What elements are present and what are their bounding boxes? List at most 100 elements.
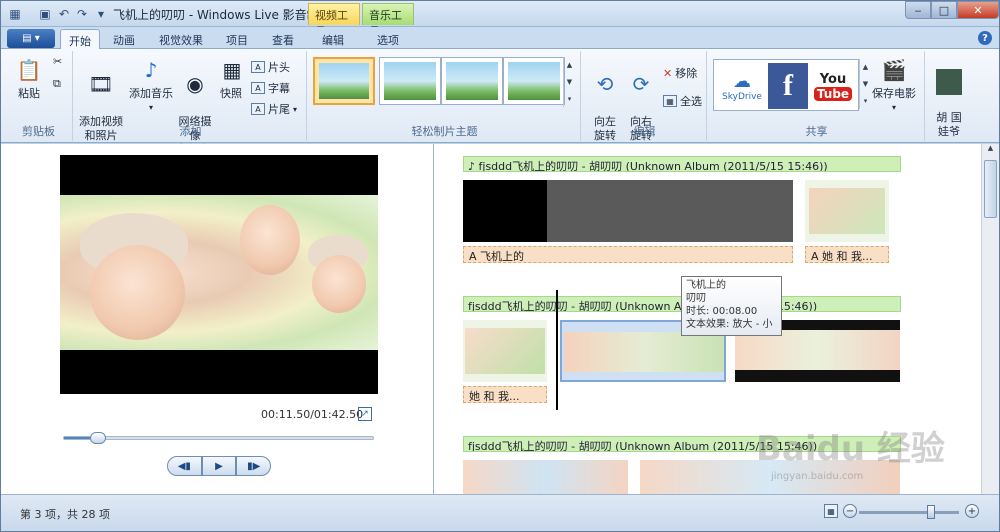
tab-home[interactable]: 开始: [60, 29, 100, 50]
chevron-up-icon[interactable]: ▲: [982, 144, 999, 152]
credits-button[interactable]: A 片尾 ▾: [251, 101, 297, 117]
tab-animations[interactable]: 动画: [105, 29, 143, 49]
window-title: 飞机上的叨叨 - Windows Live 影音制作: [113, 8, 331, 22]
save-icon[interactable]: ▣: [37, 6, 53, 22]
caption-bar[interactable]: A 她 和 我...: [805, 246, 889, 263]
youtube-button[interactable]: You Tube: [812, 63, 854, 109]
cut-button[interactable]: ✂: [53, 55, 62, 68]
dropdown-arrow-icon: ▾: [293, 104, 298, 114]
tab-edit[interactable]: 编辑: [314, 29, 352, 49]
add-music-button[interactable]: ♪ 添加音乐 ▾: [127, 55, 175, 115]
save-movie-label: 保存电影: [872, 87, 916, 100]
seek-thumb[interactable]: [89, 432, 106, 444]
tooltip-duration: 时长: 00:08.00: [686, 306, 758, 317]
title-clip[interactable]: [463, 180, 793, 242]
photo-clip[interactable]: [463, 320, 547, 382]
video-tools-context-tab[interactable]: 视频工具: [308, 3, 360, 38]
help-icon[interactable]: ?: [978, 31, 992, 45]
rotate-left-icon: ⟲: [596, 72, 614, 96]
previous-icon: ◀▮: [177, 460, 191, 472]
theme-preview-image: [508, 62, 560, 100]
group-user: 胡 国 娃爷: [927, 51, 971, 141]
scrollbar-thumb[interactable]: [984, 160, 997, 218]
group-label-themes: 轻松制片主题: [411, 125, 478, 138]
music-track-bar[interactable]: ♪ fjsddd飞机上的叨叨 - 胡叨叨 (Unknown Album (201…: [463, 156, 901, 172]
maximize-button[interactable]: □: [931, 1, 957, 19]
save-movie-button[interactable]: 🎬 保存电影 ▾: [871, 55, 917, 115]
webcam-video-button[interactable]: ◉ 网络摄像 机视频: [175, 55, 215, 157]
theme-gallery-scroll[interactable]: ▲ ▼ ▾: [563, 57, 575, 107]
previous-frame-button[interactable]: ◀▮: [167, 456, 202, 476]
more-icon[interactable]: ▾: [568, 95, 572, 103]
caption-button[interactable]: A 字幕: [251, 80, 290, 96]
video-preview[interactable]: [60, 155, 378, 394]
credits-icon: A: [251, 103, 265, 115]
facebook-button[interactable]: f: [768, 63, 808, 109]
theme-thumbnail[interactable]: [503, 57, 565, 105]
preview-pane: 00:11.50/01:42.50 ↗ ◀▮ ▶ ▮▶: [1, 144, 434, 494]
baby-face: [240, 205, 300, 275]
tab-options[interactable]: 选项: [369, 29, 407, 49]
select-all-button[interactable]: ▦ 全选: [663, 93, 702, 109]
thumbnail-size-icon[interactable]: ▦: [824, 504, 838, 518]
skydrive-cloud-icon: ☁: [733, 70, 751, 92]
caption-bar[interactable]: 她 和 我...: [463, 386, 547, 403]
ribbon-tab-strip: ▤ ▾ 开始 动画 视觉效果 项目 查看 编辑 选项 ?: [1, 27, 999, 50]
chevron-up-icon[interactable]: ▲: [863, 63, 868, 71]
copy-button[interactable]: ⧉: [53, 77, 61, 91]
status-bar: 第 3 项，共 28 项 ▦ − +: [1, 494, 999, 531]
user-name: 胡 国 娃爷: [936, 111, 962, 138]
caption-bar[interactable]: A 飞机上的: [463, 246, 793, 263]
facebook-icon: f: [783, 69, 793, 102]
app-window: ▦ ▣ ↶ ↷ ▾ 飞机上的叨叨 - Windows Live 影音制作 视频工…: [0, 0, 1000, 532]
clip-frame: [465, 328, 545, 374]
avatar: [936, 69, 962, 95]
zoom-slider-track[interactable]: [859, 511, 959, 514]
tab-project[interactable]: 项目: [218, 29, 256, 49]
tab-view[interactable]: 查看: [264, 29, 302, 49]
minimize-button[interactable]: ‒: [905, 1, 931, 19]
theme-thumbnail[interactable]: [313, 57, 375, 105]
tab-visual-effects[interactable]: 视觉效果: [151, 29, 211, 49]
seek-bar[interactable]: [63, 432, 374, 444]
theme-preview-image: [319, 63, 369, 99]
remove-label: 移除: [675, 67, 698, 80]
chevron-up-icon[interactable]: ▲: [567, 61, 572, 69]
remove-button[interactable]: ✕ 移除: [663, 65, 697, 81]
theme-thumbnail[interactable]: [441, 57, 503, 105]
photo-clip[interactable]: [463, 460, 628, 494]
chevron-down-icon[interactable]: ▼: [567, 78, 572, 86]
zoom-out-button[interactable]: −: [843, 504, 857, 518]
music-tools-context-tab[interactable]: 音乐工具: [362, 3, 414, 38]
zoom-slider-thumb[interactable]: [927, 505, 935, 519]
skydrive-label: SkyDrive: [722, 91, 762, 102]
skydrive-button[interactable]: ☁ SkyDrive: [718, 63, 766, 109]
close-button[interactable]: ✕: [957, 1, 999, 19]
undo-icon[interactable]: ↶: [56, 6, 72, 22]
more-icon[interactable]: ▾: [864, 97, 868, 105]
title-button[interactable]: A 片头: [251, 59, 290, 75]
storyboard-scrollbar[interactable]: ▲: [981, 144, 999, 494]
app-menu-button[interactable]: ▤ ▾: [7, 29, 55, 48]
clip-frame: [809, 188, 885, 234]
add-music-label: 添加音乐: [129, 87, 173, 100]
playhead[interactable]: [556, 290, 558, 410]
share-gallery-scroll[interactable]: ▲ ▼ ▾: [859, 59, 871, 109]
play-button[interactable]: ▶: [201, 456, 237, 476]
theme-preview-image: [384, 62, 436, 100]
snapshot-button[interactable]: ▦ 快照: [217, 55, 245, 101]
zoom-in-button[interactable]: +: [965, 504, 979, 518]
next-frame-button[interactable]: ▮▶: [236, 456, 272, 476]
chevron-down-icon[interactable]: ▼: [863, 80, 868, 88]
fullscreen-icon[interactable]: ↗: [358, 407, 372, 421]
clipboard-icon: 📋: [16, 58, 42, 82]
group-label-add: 添加: [179, 125, 202, 138]
save-movie-icon: 🎬: [881, 58, 907, 82]
theme-thumbnail[interactable]: [379, 57, 441, 105]
share-gallery: ☁ SkyDrive f You Tube: [713, 59, 859, 111]
user-account-button[interactable]: 胡 国 娃爷: [929, 55, 969, 139]
photo-clip[interactable]: [805, 180, 889, 242]
customize-quick-access-icon[interactable]: ▾: [93, 6, 109, 22]
paste-button[interactable]: 📋 粘贴: [11, 55, 47, 101]
redo-icon[interactable]: ↷: [74, 6, 90, 22]
